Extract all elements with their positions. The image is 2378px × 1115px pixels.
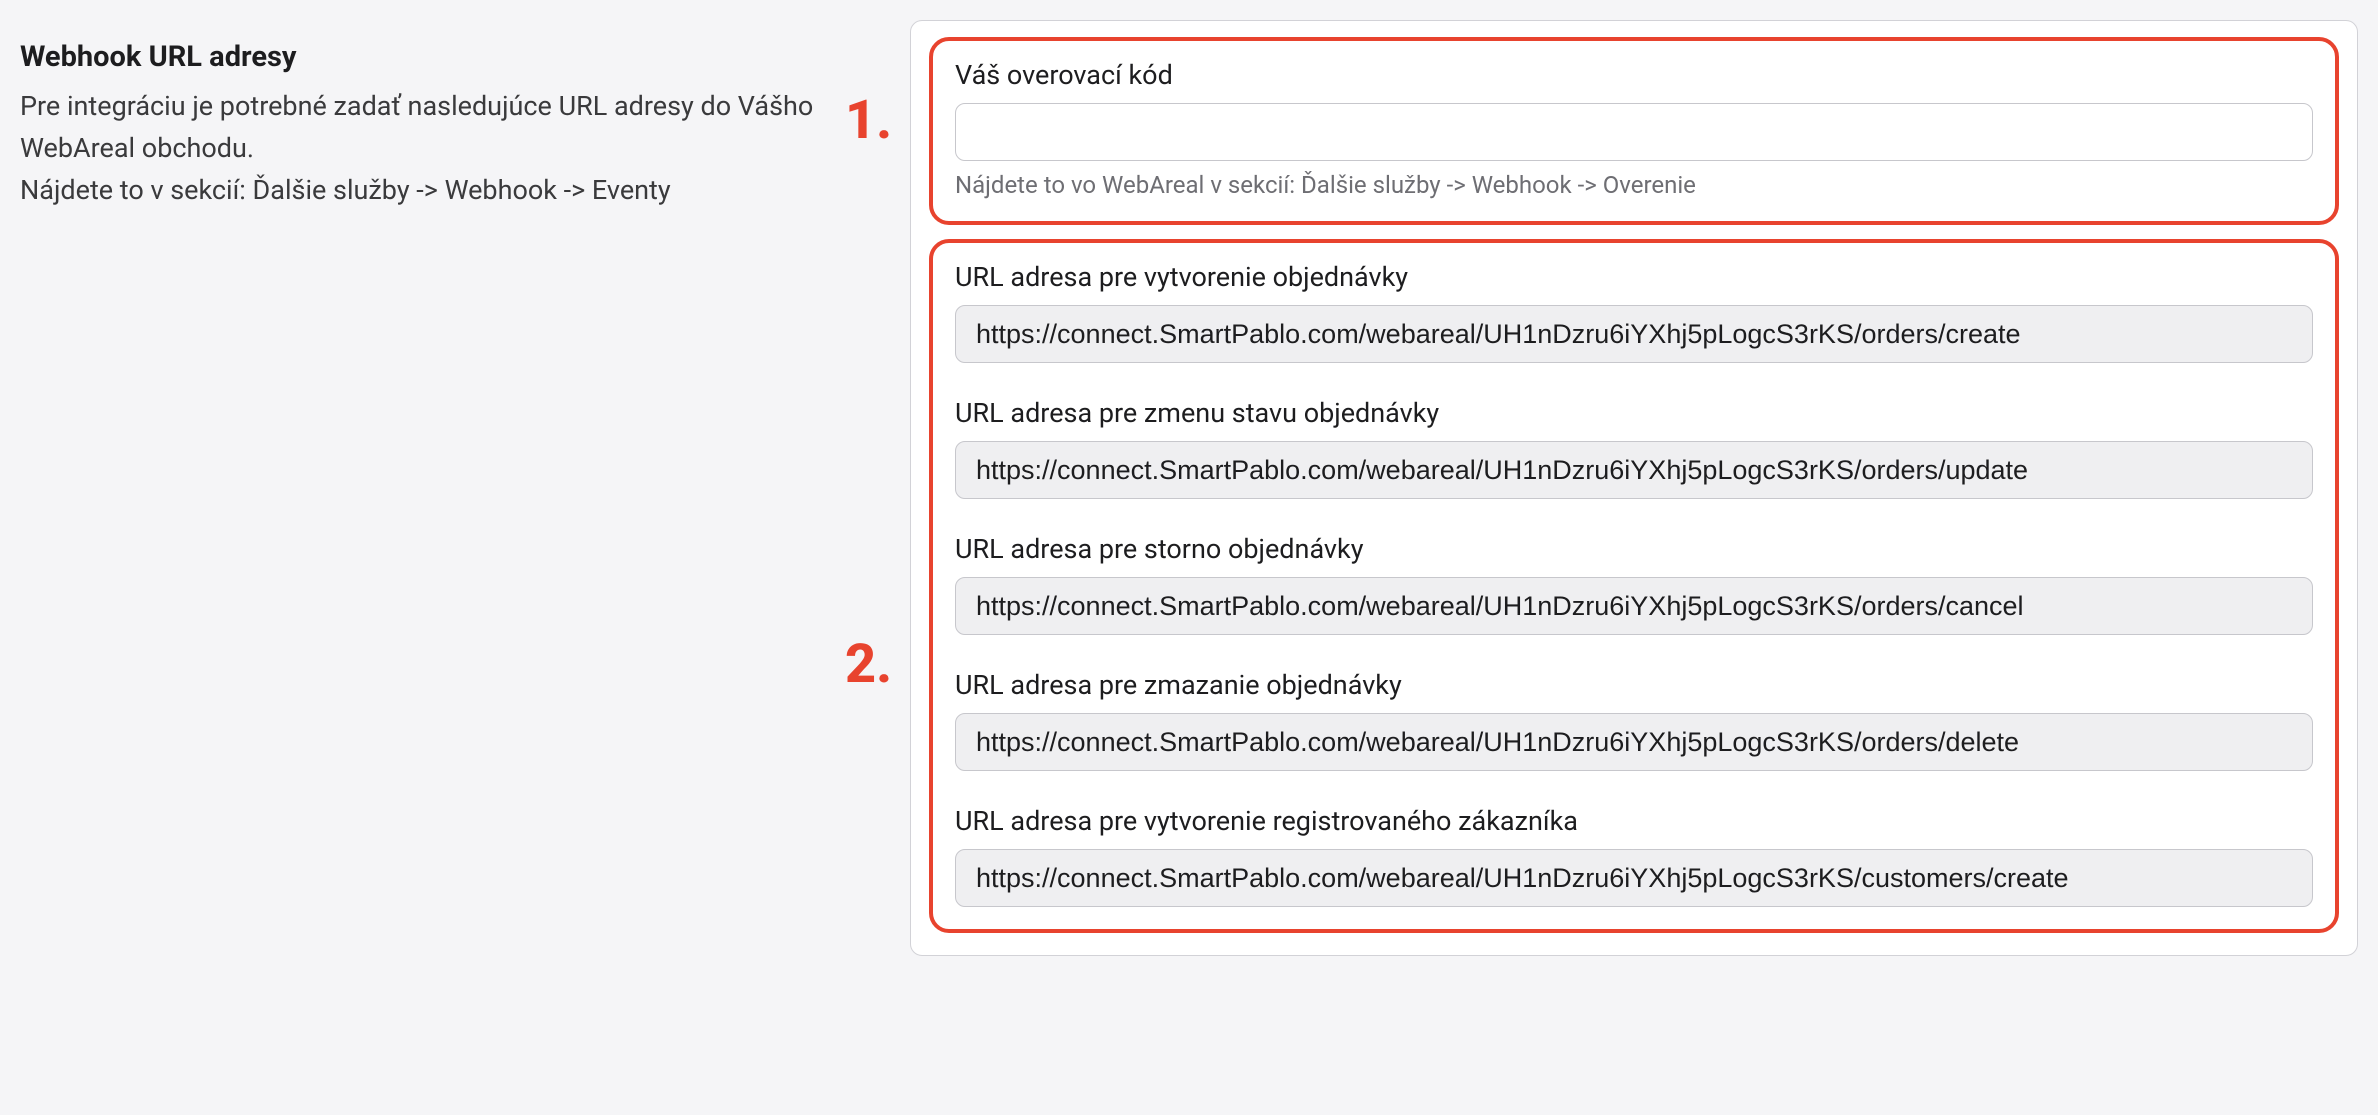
verification-code-input[interactable]	[955, 103, 2313, 161]
form-card: 1. 2. Váš overovací kód Nájdete to vo We…	[910, 20, 2358, 956]
desc-line-1: Pre integráciu je potrebné zadať nasledu…	[20, 90, 813, 164]
url-label: URL adresa pre storno objednávky	[955, 533, 2313, 565]
left-panel: Webhook URL adresy Pre integráciu je pot…	[20, 20, 880, 212]
url-group-create-order: URL adresa pre vytvorenie objednávky	[955, 261, 2313, 363]
url-create-customer-input[interactable]	[955, 849, 2313, 907]
url-label: URL adresa pre vytvorenie objednávky	[955, 261, 2313, 293]
url-group-delete-order: URL adresa pre zmazanie objednávky	[955, 669, 2313, 771]
verification-code-label: Váš overovací kód	[955, 59, 2313, 91]
url-cancel-order-input[interactable]	[955, 577, 2313, 635]
desc-line-2: Nájdete to v sekcií: Ďalšie služby -> We…	[20, 174, 671, 206]
annotation-number-1: 1.	[845, 89, 892, 152]
url-delete-order-input[interactable]	[955, 713, 2313, 771]
highlight-box-1: Váš overovací kód Nájdete to vo WebAreal…	[929, 37, 2339, 225]
highlight-box-2: URL adresa pre vytvorenie objednávky URL…	[929, 239, 2339, 933]
url-update-order-input[interactable]	[955, 441, 2313, 499]
url-create-order-input[interactable]	[955, 305, 2313, 363]
url-label: URL adresa pre zmenu stavu objednávky	[955, 397, 2313, 429]
verification-code-hint: Nájdete to vo WebAreal v sekcií: Ďalšie …	[955, 171, 2313, 199]
settings-container: Webhook URL adresy Pre integráciu je pot…	[20, 20, 2358, 956]
url-group-update-order: URL adresa pre zmenu stavu objednávky	[955, 397, 2313, 499]
url-label: URL adresa pre zmazanie objednávky	[955, 669, 2313, 701]
url-group-cancel-order: URL adresa pre storno objednávky	[955, 533, 2313, 635]
annotation-number-2: 2.	[845, 633, 892, 696]
url-label: URL adresa pre vytvorenie registrovaného…	[955, 805, 2313, 837]
section-title: Webhook URL adresy	[20, 40, 880, 74]
section-description: Pre integráciu je potrebné zadať nasledu…	[20, 86, 880, 212]
url-group-create-customer: URL adresa pre vytvorenie registrovaného…	[955, 805, 2313, 907]
